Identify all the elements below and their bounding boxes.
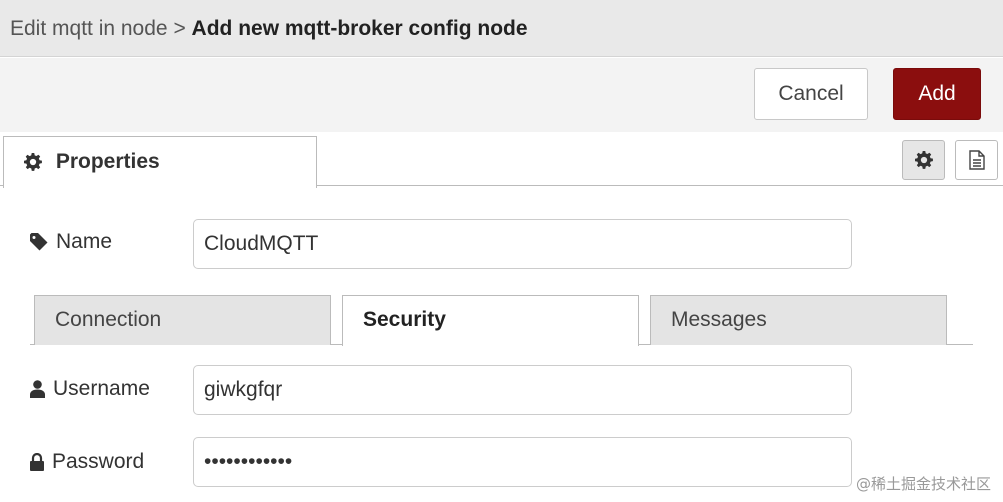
tag-icon <box>30 233 48 251</box>
tab-connection[interactable]: Connection <box>34 295 331 345</box>
tab-messages[interactable]: Messages <box>650 295 947 345</box>
username-label: Username <box>30 377 150 401</box>
config-subtabs: Connection Security Messages <box>30 295 973 346</box>
password-input[interactable]: •••••••••••• <box>193 437 852 487</box>
watermark: @稀土掘金技术社区 <box>855 475 991 493</box>
tray-header: Edit mqtt in node > Add new mqtt-broker … <box>0 0 1003 57</box>
name-label-text: Name <box>56 230 113 253</box>
add-button[interactable]: Add <box>893 68 981 120</box>
gear-icon <box>24 153 42 171</box>
user-icon <box>30 380 45 398</box>
username-input[interactable]: giwkgfqr <box>193 365 852 415</box>
tab-properties-label: Properties <box>55 150 160 173</box>
lock-icon <box>30 453 44 471</box>
tray-toolbar: Cancel Add <box>0 58 1003 132</box>
file-text-icon <box>968 150 985 170</box>
breadcrumb-separator: > <box>173 17 186 40</box>
password-label-text: Password <box>52 450 145 473</box>
breadcrumb-parent[interactable]: Edit mqtt in node <box>10 17 168 40</box>
description-tab-button[interactable] <box>955 140 998 180</box>
username-label-text: Username <box>53 377 150 400</box>
gear-icon <box>914 151 933 169</box>
name-input[interactable]: CloudMQTT <box>193 219 852 269</box>
tab-properties[interactable]: Properties <box>3 136 317 188</box>
cancel-button[interactable]: Cancel <box>754 68 868 120</box>
name-label: Name <box>30 230 112 254</box>
page-title: Add new mqtt-broker config node <box>191 17 528 40</box>
properties-tabbar: Properties <box>0 132 1003 188</box>
tab-security[interactable]: Security <box>342 295 639 346</box>
password-label: Password <box>30 450 144 474</box>
settings-tab-button[interactable] <box>902 140 945 180</box>
